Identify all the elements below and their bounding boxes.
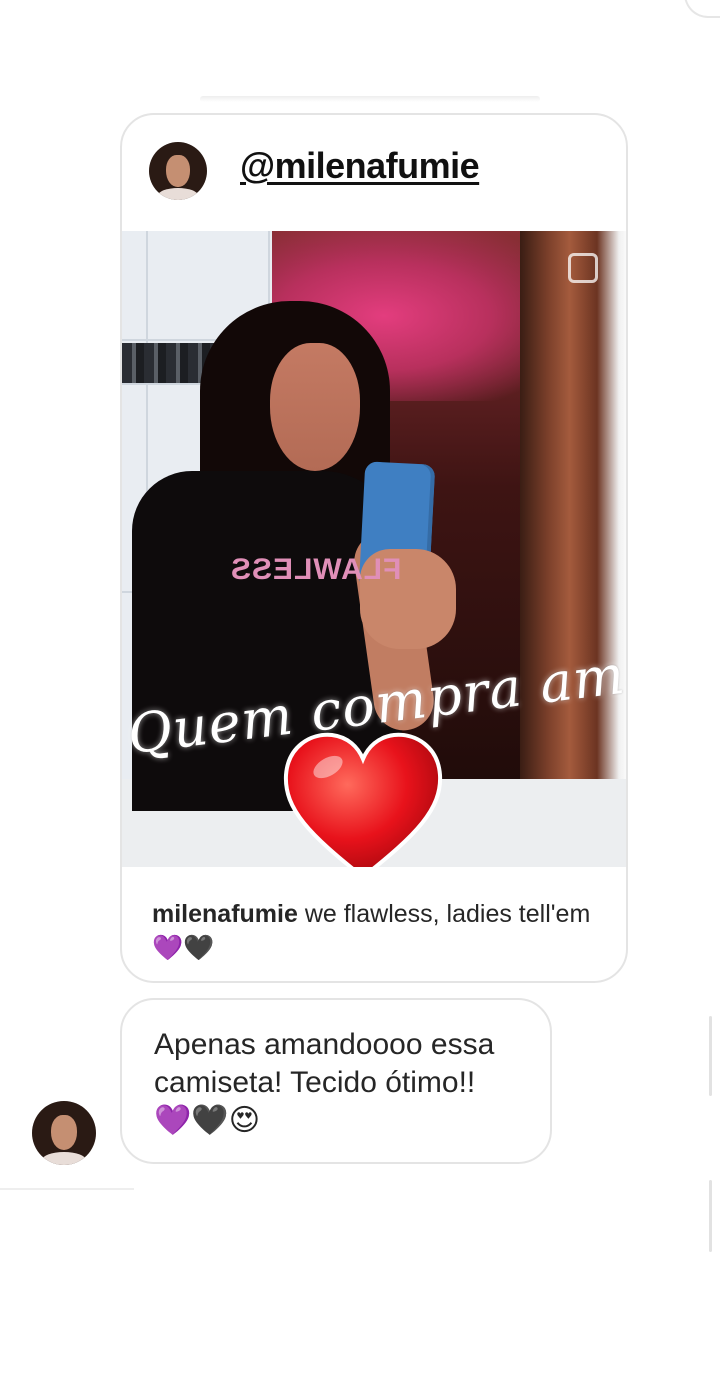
avatar-face: [51, 1115, 77, 1151]
author-avatar[interactable]: [149, 142, 207, 200]
avatar-shirt: [41, 1152, 87, 1165]
shirt-print-text: FLAWLESS: [230, 553, 402, 586]
divider: [0, 1188, 134, 1190]
post-caption: milenafumie we flawless, ladies tell'em …: [152, 897, 592, 965]
message-text-block: Apenas amandoooo essa camiseta! Tecido ó…: [154, 1026, 544, 1140]
caption-username[interactable]: milenafumie: [152, 900, 298, 928]
story-reply-screen: @milenafumie FLAWLESS Quem compra ama mi…: [0, 0, 720, 1384]
avatar-shirt: [157, 188, 199, 200]
sender-avatar[interactable]: [32, 1101, 96, 1165]
message-emojis: 💜🖤😍: [154, 1104, 260, 1137]
post-photo[interactable]: FLAWLESS Quem compra ama: [122, 231, 626, 867]
scroll-edge-indicator: [709, 1180, 712, 1252]
message-text: Apenas amandoooo essa camiseta! Tecido ó…: [154, 1028, 495, 1099]
message-bubble[interactable]: Apenas amandoooo essa camiseta! Tecido ó…: [120, 998, 552, 1164]
photo-door-frame: [520, 231, 626, 811]
shared-post-card[interactable]: @milenafumie FLAWLESS Quem compra ama mi…: [120, 113, 628, 983]
corner-decoration: [684, 0, 720, 18]
scroll-edge-indicator: [709, 1016, 712, 1096]
multi-photo-icon: [568, 253, 598, 283]
author-username-link[interactable]: @milenafumie: [240, 145, 480, 187]
post-header[interactable]: @milenafumie: [122, 115, 626, 231]
heart-icon: [283, 732, 443, 867]
avatar-face: [166, 154, 190, 187]
top-shadow: [200, 96, 540, 102]
